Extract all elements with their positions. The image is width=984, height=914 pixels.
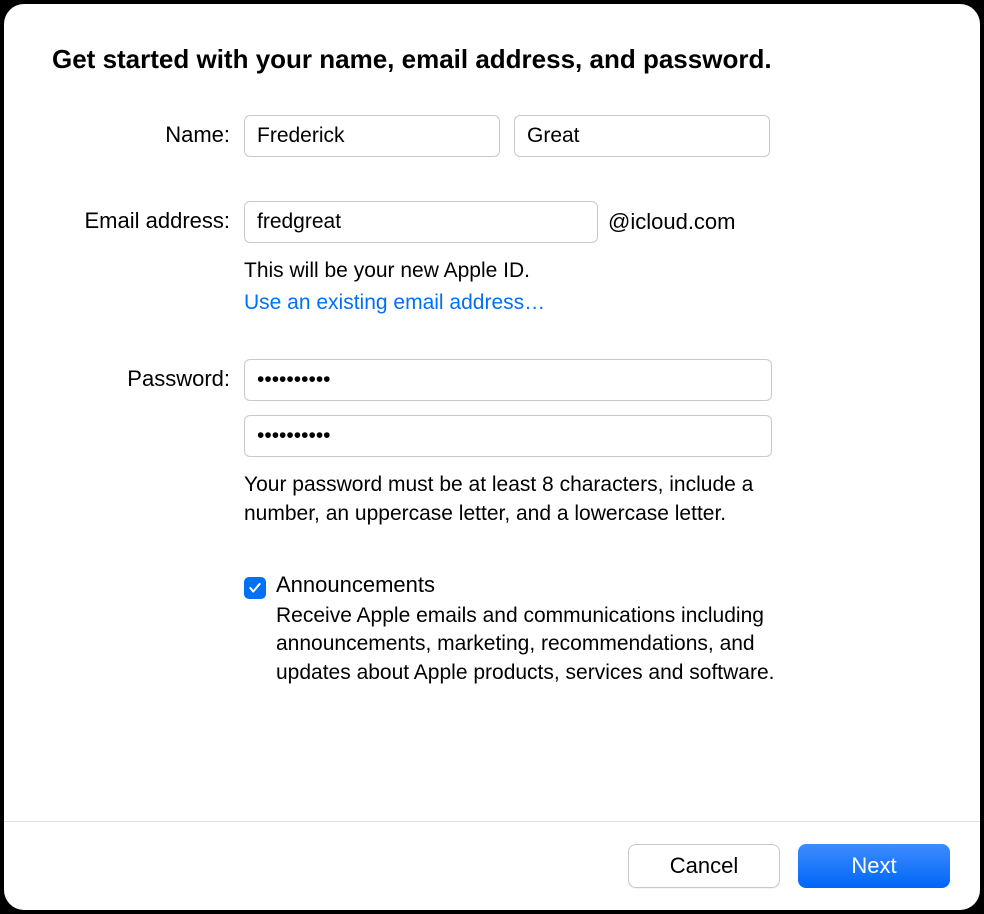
email-domain-suffix: @icloud.com: [608, 209, 736, 235]
announcements-title: Announcements: [276, 572, 786, 598]
use-existing-email-link[interactable]: Use an existing email address…: [244, 291, 932, 315]
name-input-group: [244, 115, 932, 157]
dialog-heading: Get started with your name, email addres…: [52, 44, 932, 75]
checkmark-icon: [248, 581, 262, 595]
cancel-button[interactable]: Cancel: [628, 844, 780, 888]
signup-dialog: Get started with your name, email addres…: [4, 4, 980, 910]
dialog-content: Get started with your name, email addres…: [4, 4, 980, 821]
announcements-checkbox[interactable]: [244, 577, 266, 599]
last-name-input[interactable]: [514, 115, 770, 157]
name-label: Name:: [52, 115, 244, 148]
first-name-input[interactable]: [244, 115, 500, 157]
email-label: Email address:: [52, 201, 244, 234]
name-row: Name:: [52, 115, 932, 157]
name-fields: [244, 115, 932, 157]
announcements-description: Receive Apple emails and communications …: [276, 602, 786, 687]
email-fields: @icloud.com This will be your new Apple …: [244, 201, 932, 315]
password-row: Password: Your password must be at least…: [52, 359, 932, 687]
password-fields: Your password must be at least 8 charact…: [244, 359, 932, 687]
email-row: Email address: @icloud.com This will be …: [52, 201, 932, 315]
password-helper-text: Your password must be at least 8 charact…: [244, 471, 774, 528]
password-input[interactable]: [244, 359, 772, 401]
next-button[interactable]: Next: [798, 844, 950, 888]
email-input[interactable]: [244, 201, 598, 243]
email-helper-text: This will be your new Apple ID.: [244, 257, 774, 285]
dialog-footer: Cancel Next: [4, 821, 980, 910]
password-confirm-input[interactable]: [244, 415, 772, 457]
announcements-content: Announcements Receive Apple emails and c…: [276, 572, 786, 687]
announcements-row: Announcements Receive Apple emails and c…: [244, 572, 932, 687]
email-input-group: @icloud.com: [244, 201, 932, 243]
password-label: Password:: [52, 359, 244, 392]
